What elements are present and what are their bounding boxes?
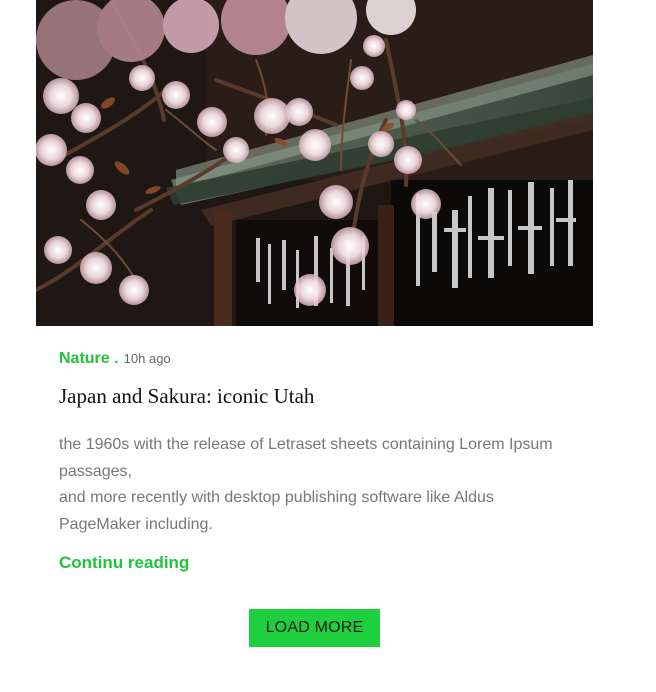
article-image[interactable]: [36, 0, 593, 326]
article-excerpt: the 1960s with the release of Letraset s…: [59, 432, 559, 538]
category-link[interactable]: Nature .: [59, 350, 119, 367]
excerpt-line-1: the 1960s with the release of Letraset s…: [59, 436, 553, 480]
article-meta: Nature . 10h ago: [59, 348, 171, 368]
excerpt-line-2: and more recently with desktop publishin…: [59, 489, 494, 533]
continue-reading-link[interactable]: Continu reading: [59, 553, 189, 573]
article-title[interactable]: Japan and Sakura: iconic Utah: [59, 384, 314, 409]
load-more-button[interactable]: LOAD MORE: [249, 609, 380, 647]
article-card: [36, 0, 593, 326]
published-time: 10h ago: [123, 351, 171, 366]
cherry-blossom-temple-image: [36, 0, 593, 326]
